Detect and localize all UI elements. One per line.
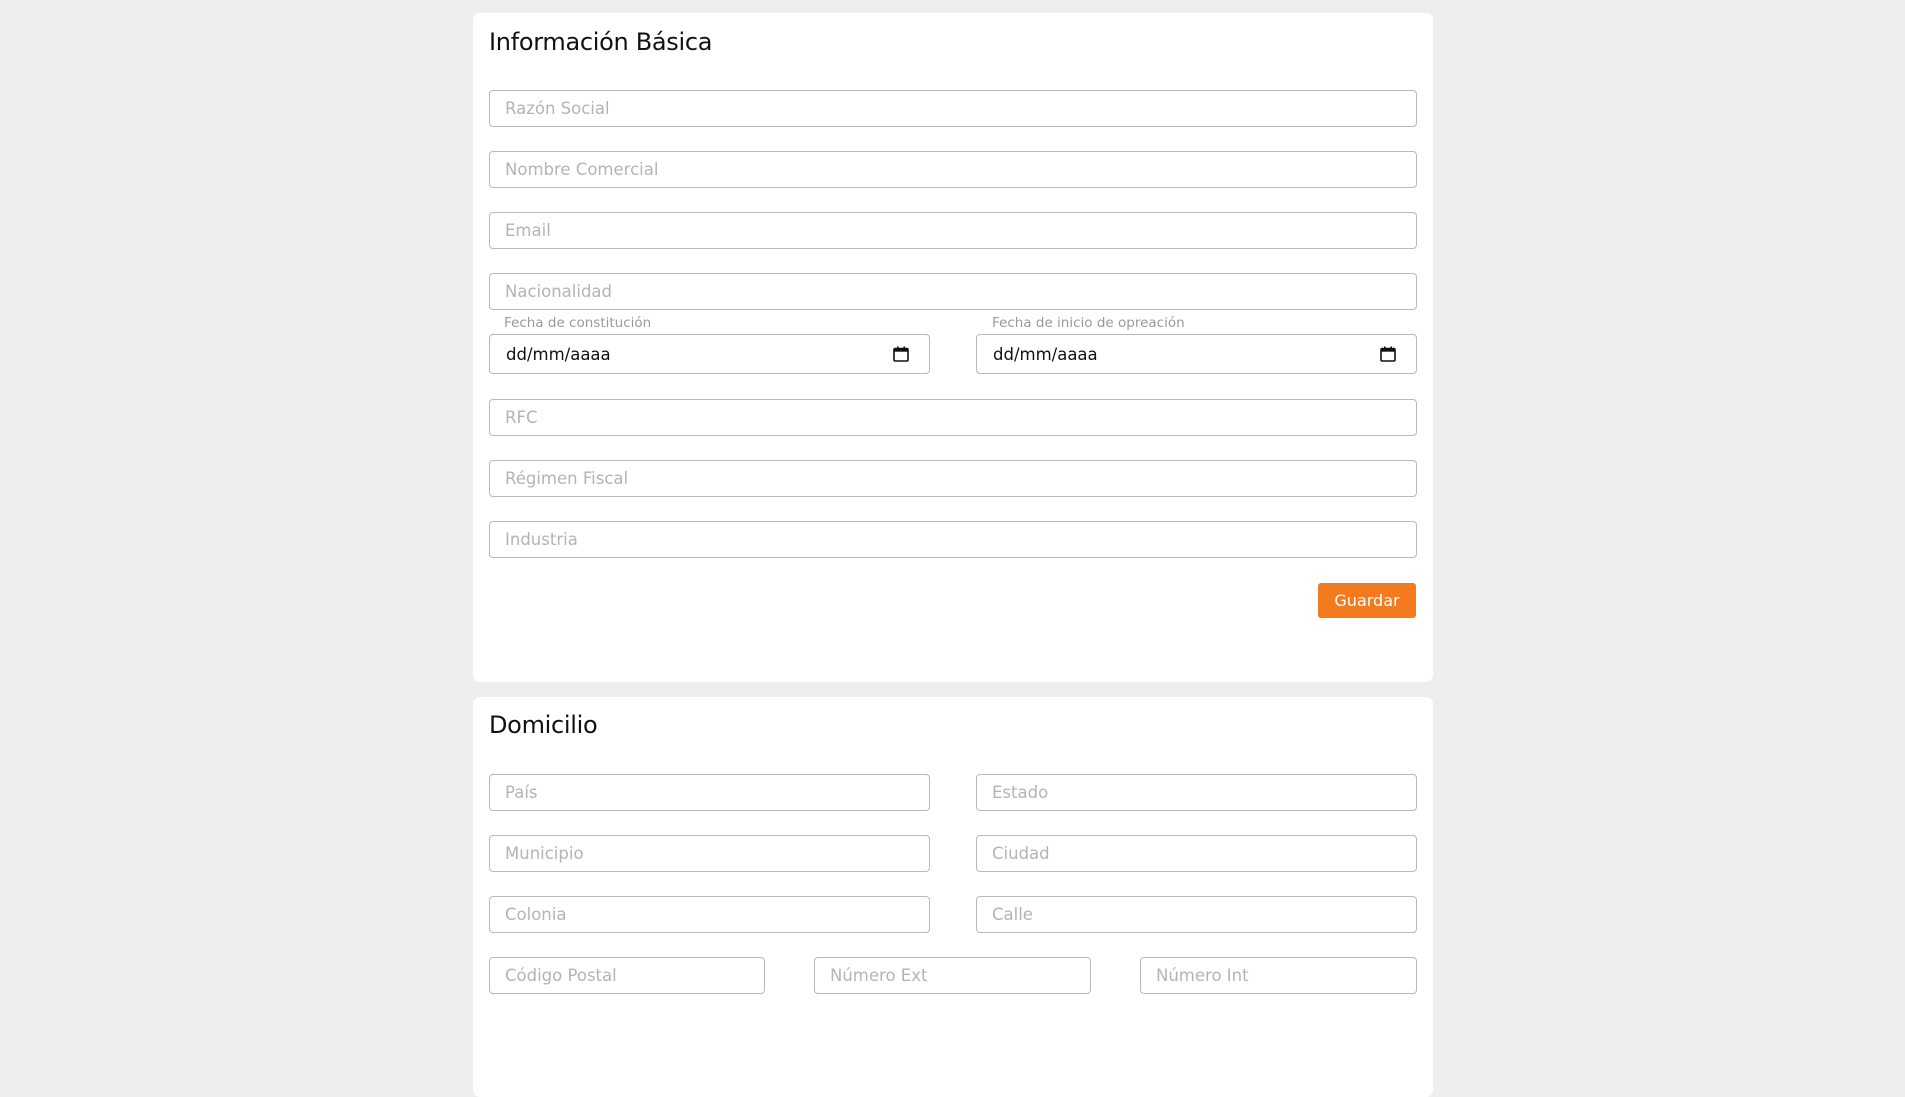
fecha-inicio-label: Fecha de inicio de opreación — [992, 315, 1185, 331]
basic-info-card: Información Básica Fecha de constitución… — [473, 13, 1433, 682]
pais-input[interactable] — [489, 774, 930, 811]
fecha-constitucion-label: Fecha de constitución — [504, 315, 652, 331]
address-card: Domicilio — [473, 697, 1433, 1097]
fecha-inicio-input[interactable]: dd/mm/aaaa — [976, 334, 1417, 374]
basic-info-title: Información Básica — [489, 28, 713, 56]
save-button[interactable]: Guardar — [1318, 583, 1416, 618]
regimen-fiscal-input[interactable] — [489, 460, 1417, 497]
rfc-input[interactable] — [489, 399, 1417, 436]
numero-ext-input[interactable] — [814, 957, 1091, 994]
codigo-postal-input[interactable] — [489, 957, 765, 994]
nacionalidad-input[interactable] — [489, 273, 1417, 310]
calle-input[interactable] — [976, 896, 1417, 933]
calendar-icon[interactable] — [1379, 345, 1397, 363]
address-title: Domicilio — [489, 711, 598, 739]
ciudad-input[interactable] — [976, 835, 1417, 872]
estado-input[interactable] — [976, 774, 1417, 811]
razon-social-input[interactable] — [489, 90, 1417, 127]
municipio-input[interactable] — [489, 835, 930, 872]
email-input[interactable] — [489, 212, 1417, 249]
fecha-inicio-value: dd/mm/aaaa — [993, 344, 1098, 364]
industria-input[interactable] — [489, 521, 1417, 558]
fecha-constitucion-value: dd/mm/aaaa — [506, 344, 611, 364]
numero-int-input[interactable] — [1140, 957, 1417, 994]
calendar-icon[interactable] — [892, 345, 910, 363]
nombre-comercial-input[interactable] — [489, 151, 1417, 188]
colonia-input[interactable] — [489, 896, 930, 933]
fecha-constitucion-input[interactable]: dd/mm/aaaa — [489, 334, 930, 374]
